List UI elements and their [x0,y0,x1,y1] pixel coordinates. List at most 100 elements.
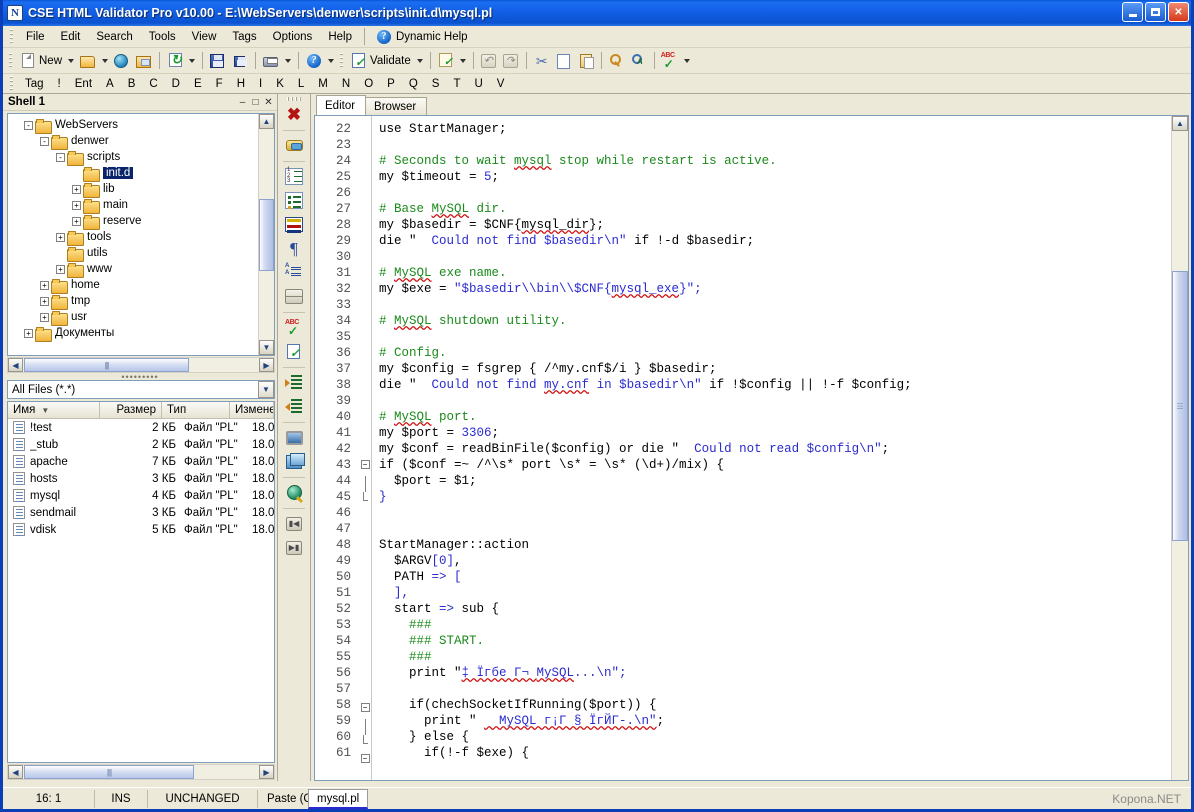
code-line[interactable] [379,521,1171,537]
tree-node-denwer[interactable]: - denwer [10,133,258,150]
undo-button[interactable]: ↶ [478,50,500,72]
menu-tools[interactable]: Tools [141,28,184,46]
file-filter-combo[interactable]: All Files (*.*) ▼ [7,380,275,399]
document-check-side-button[interactable] [282,340,306,363]
spell-check-caret[interactable] [683,58,690,63]
tagbar-item-c[interactable]: C [142,77,164,91]
spell-check-button[interactable] [659,50,681,72]
copy-button[interactable] [553,50,575,72]
column-header-name[interactable]: Имя ▼ [8,402,100,418]
print-button[interactable] [260,50,282,72]
next-item-button[interactable]: ▶▮ [282,536,306,559]
save-all-button[interactable] [229,50,251,72]
code-line[interactable]: } [379,489,1171,505]
expand-icon[interactable]: + [40,280,49,290]
chevron-down-icon[interactable]: ▼ [258,381,274,398]
editor-scroll-up-icon[interactable]: ▲ [1172,116,1188,131]
editor-vertical-scrollbar[interactable]: ▲ ☰ [1171,116,1188,780]
tree-hscroll-track[interactable] [190,358,259,372]
fold-end-icon[interactable] [359,492,371,508]
tree-node-lib[interactable]: + lib [10,181,258,198]
tagbar-item-m[interactable]: M [311,77,335,91]
panel-splitter[interactable]: ••••••••• [3,372,277,382]
tree-hscroll-thumb[interactable]: |||| [24,358,189,372]
filelist-hscroll-right-icon[interactable]: ▶ [259,765,274,779]
tagbar-item-v[interactable]: V [490,77,512,91]
editor-scroll-thumb[interactable]: ☰ [1172,271,1188,541]
code-line[interactable]: my $config = fsgrep { /^my.cnf$/i } $bas… [379,361,1171,377]
tree-node-reserve[interactable]: + reserve [10,213,258,230]
minimize-button[interactable] [1122,2,1143,22]
code-line[interactable]: # MySQL port. [379,409,1171,425]
tagbar-item-f[interactable]: F [209,77,230,91]
previous-item-button[interactable]: ▮◀ [282,512,306,535]
menu-options[interactable]: Options [265,28,321,46]
tagbar-grip[interactable] [10,75,15,92]
code-line[interactable]: start => sub { [379,601,1171,617]
menu-help[interactable]: Help [320,28,360,46]
open-url-button[interactable] [111,50,133,72]
code-line[interactable]: # Seconds to wait mysql stop while resta… [379,153,1171,169]
dynamic-help-button[interactable]: ? Dynamic Help [369,28,476,46]
paste-button[interactable] [575,50,597,72]
code-line[interactable]: die " Could not find $basedir\n" if !-d … [379,233,1171,249]
validate-dropdown-caret[interactable] [416,58,423,63]
insert-table-button[interactable] [282,213,306,236]
file-list-row[interactable]: _stub 2 КБ Файл "PL" 18.03.201 [8,436,274,453]
open-recent-button[interactable] [133,50,155,72]
code-line[interactable]: my $basedir = $CNF{mysql_dir}; [379,217,1171,233]
menu-edit[interactable]: Edit [53,28,89,46]
code-line[interactable]: # MySQL exe name. [379,265,1171,281]
code-line[interactable]: print " MySQL г¡Г § ÏгЙГ-.\n"; [379,713,1171,729]
code-line[interactable]: # MySQL shutdown utility. [379,313,1171,329]
code-line[interactable]: # Config. [379,345,1171,361]
tagbar-item-ent[interactable]: Ent [68,77,99,91]
tree-node-tmp[interactable]: + tmp [10,293,258,310]
merge-cells-button[interactable] [282,285,306,308]
validate-button[interactable]: Validate [348,50,414,72]
tagbar-item-t[interactable]: T [446,77,467,91]
tree-scroll-up-icon[interactable]: ▲ [259,114,274,129]
code-line[interactable]: $ARGV[0], [379,553,1171,569]
document-check-caret[interactable] [459,58,466,63]
help-dropdown-caret[interactable] [328,58,335,63]
preview-monitor-button[interactable] [282,426,306,449]
new-document-button[interactable]: New [17,50,65,72]
fold-line[interactable] [359,719,371,735]
fold-collapse-icon[interactable]: − [359,754,371,770]
quick-search-button[interactable] [282,481,306,504]
tree-node-www[interactable]: + www [10,261,258,278]
code-line[interactable] [379,505,1171,521]
code-line[interactable] [379,137,1171,153]
code-line[interactable]: if(!-f $exe) { [379,745,1171,761]
tree-node-webservers[interactable]: - WebServers [10,117,258,134]
help-button[interactable]: ? [303,50,325,72]
open-dropdown-caret[interactable] [102,58,109,63]
toolbar-grip-2[interactable] [340,52,346,69]
code-line[interactable]: ### [379,649,1171,665]
tagbar-item-b[interactable]: B [121,77,143,91]
tree-scroll-down-icon[interactable]: ▼ [259,340,274,355]
cut-button[interactable]: ✂ [531,50,553,72]
reload-button[interactable] [164,50,186,72]
code-line[interactable] [379,249,1171,265]
code-line[interactable]: my $timeout = 5; [379,169,1171,185]
close-document-button[interactable]: ✖ [282,103,306,126]
reload-dropdown-caret[interactable] [189,58,196,63]
filelist-hscroll-left-icon[interactable]: ◀ [8,765,23,779]
file-list-row[interactable]: apache 7 КБ Файл "PL" 18.03.201 [8,453,274,470]
column-header-type[interactable]: Тип [162,402,230,418]
expand-icon[interactable]: + [56,264,65,274]
tree-hscroll-right-icon[interactable]: ▶ [259,358,274,372]
filelist-hscroll-track[interactable] [195,765,259,779]
tagbar-item-tag[interactable]: Tag [18,77,51,91]
file-list-row[interactable]: !test 2 КБ Файл "PL" 18.03.201 [8,419,274,436]
print-dropdown-caret[interactable] [285,58,292,63]
tree-node--[interactable]: + Документы [10,325,258,342]
vstrip-grip[interactable] [287,97,301,101]
fold-end-icon[interactable] [359,735,371,751]
menu-view[interactable]: View [184,28,225,46]
code-line[interactable]: print "‡ Ïгбе Г¬ MySQL...\n"; [379,665,1171,681]
redo-button[interactable]: ↷ [500,50,522,72]
code-line[interactable]: } else { [379,729,1171,745]
